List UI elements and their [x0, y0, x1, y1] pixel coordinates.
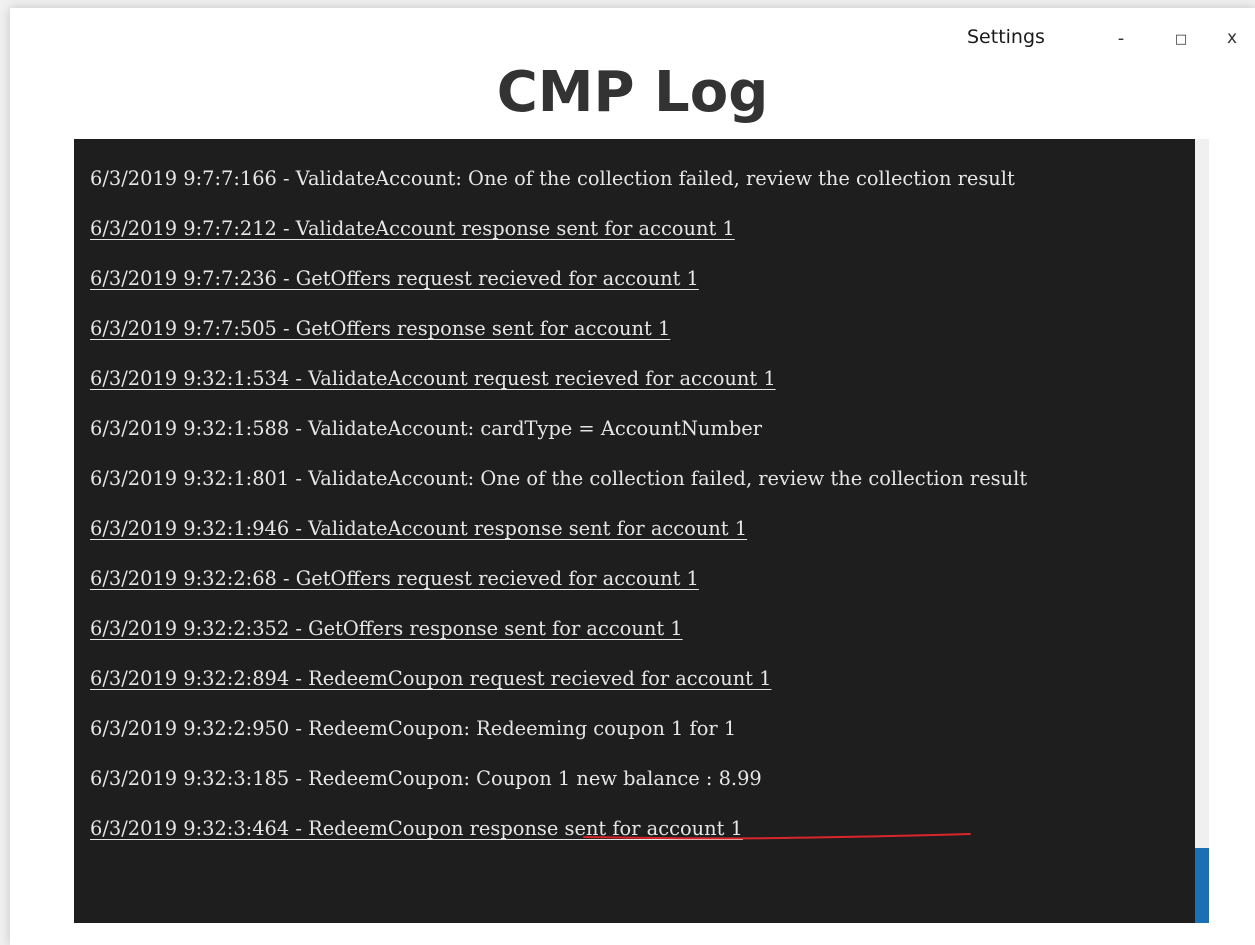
log-panel: 6/3/2019 9:7:7:166 - ValidateAccount: On…: [74, 139, 1195, 923]
scrollbar-thumb[interactable]: [1195, 848, 1209, 923]
settings-button[interactable]: Settings: [967, 26, 1045, 48]
log-scrollbar[interactable]: [1195, 139, 1209, 923]
close-button[interactable]: x: [1214, 24, 1250, 52]
maximize-button[interactable]: □: [1163, 25, 1199, 53]
log-entry: 6/3/2019 9:32:1:801 - ValidateAccount: O…: [90, 467, 1028, 490]
log-entry: 6/3/2019 9:32:2:894 - RedeemCoupon reque…: [90, 667, 772, 690]
log-entry: 6/3/2019 9:7:7:166 - ValidateAccount: On…: [90, 167, 1015, 190]
log-entry: 6/3/2019 9:32:2:950 - RedeemCoupon: Rede…: [90, 717, 737, 740]
log-entry: 6/3/2019 9:32:1:946 - ValidateAccount re…: [90, 517, 748, 540]
app-window: Settings - □ x CMP Log 6/3/2019 9:7:7:16…: [10, 8, 1255, 945]
log-entry: 6/3/2019 9:7:7:212 - ValidateAccount res…: [90, 217, 735, 240]
title-bar: Settings - □ x: [10, 8, 1255, 62]
page-title: CMP Log: [496, 60, 769, 125]
log-entry: 6/3/2019 9:32:2:68 - GetOffers request r…: [90, 567, 699, 590]
log-list: 6/3/2019 9:7:7:166 - ValidateAccount: On…: [74, 139, 1195, 846]
log-entry: 6/3/2019 9:32:1:588 - ValidateAccount: c…: [90, 417, 762, 440]
minimize-button[interactable]: -: [1103, 24, 1139, 52]
log-entry: 6/3/2019 9:32:3:464 - RedeemCoupon respo…: [90, 817, 743, 840]
log-entry: 6/3/2019 9:32:1:534 - ValidateAccount re…: [90, 367, 776, 390]
log-entry: 6/3/2019 9:7:7:236 - GetOffers request r…: [90, 267, 699, 290]
log-entry: 6/3/2019 9:7:7:505 - GetOffers response …: [90, 317, 671, 340]
log-entry: 6/3/2019 9:32:3:185 - RedeemCoupon: Coup…: [90, 767, 762, 790]
log-entry: 6/3/2019 9:32:2:352 - GetOffers response…: [90, 617, 683, 640]
